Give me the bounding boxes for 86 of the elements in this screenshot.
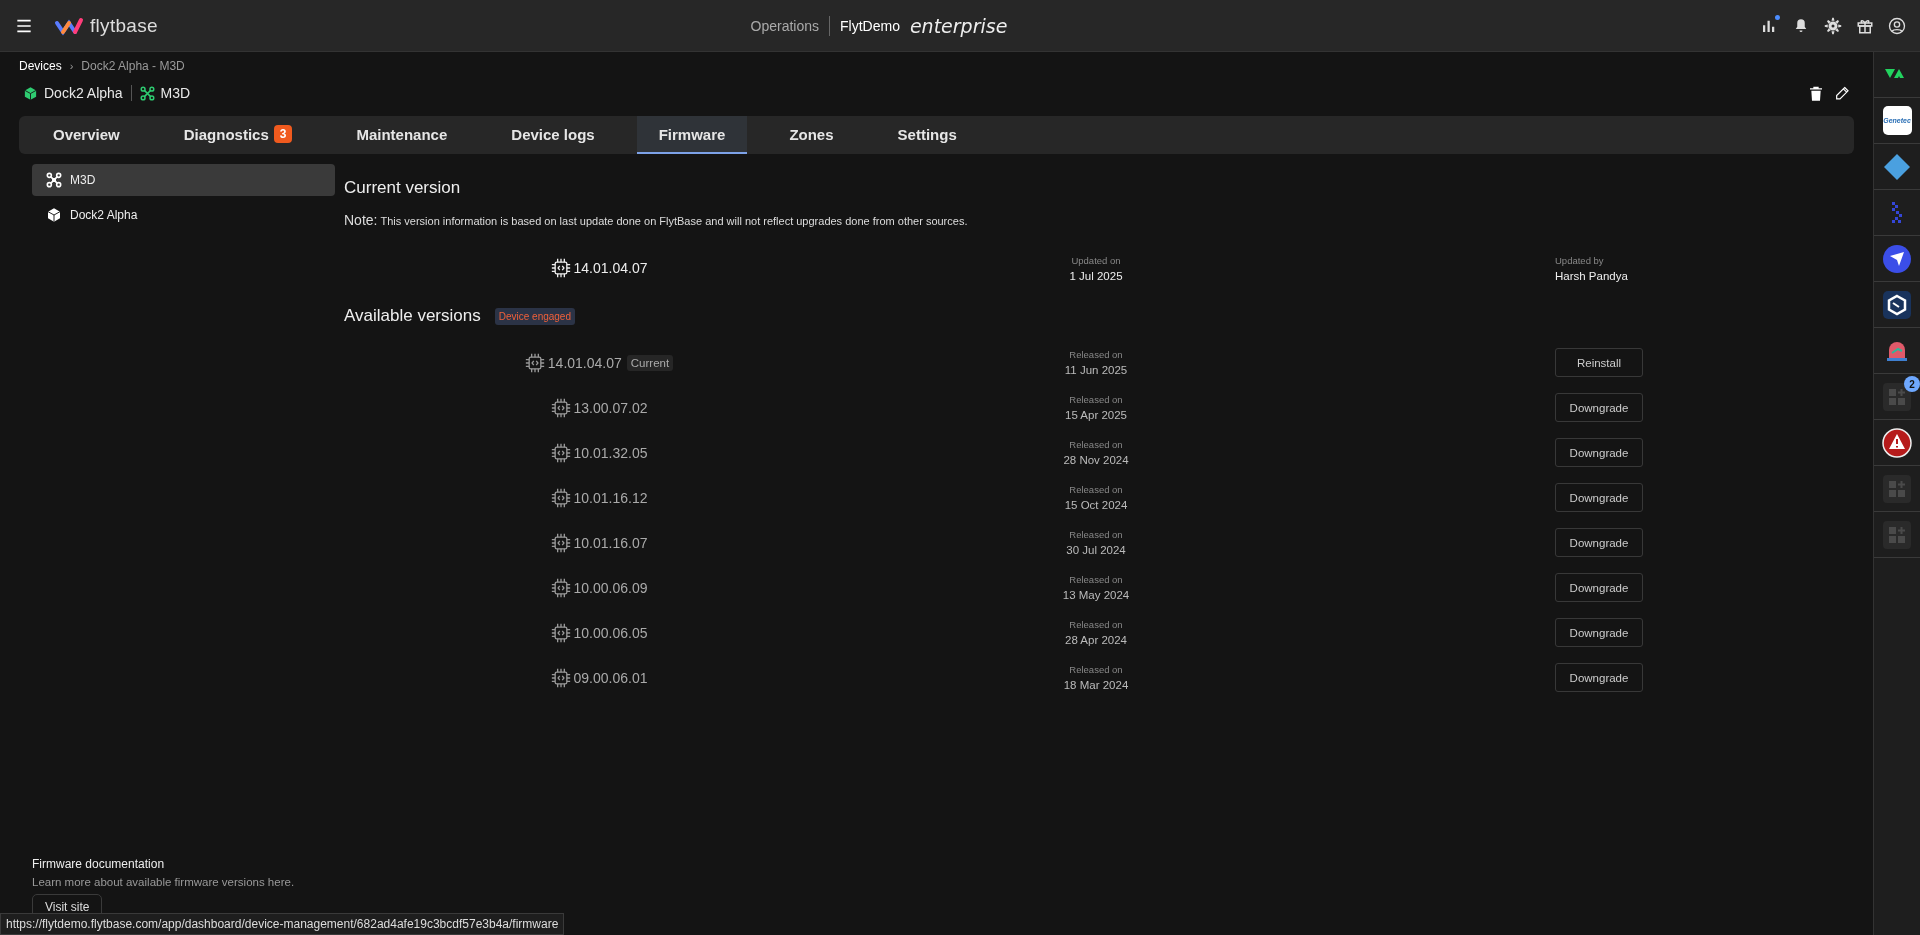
device-list-item[interactable]: M3D — [32, 164, 335, 196]
organization-name: FlytDemo — [840, 17, 900, 34]
tab[interactable]: Maintenance — [334, 116, 470, 154]
description-text: Learn more about available firmware versions here. — [32, 876, 295, 888]
date-value: 28 Nov 2024 — [1063, 454, 1129, 466]
version-action-button[interactable]: Downgrade — [1555, 528, 1643, 557]
version-action-button[interactable]: Downgrade — [1555, 618, 1643, 647]
version-action-button[interactable]: Downgrade — [1555, 483, 1643, 512]
date-label: Released on — [1069, 619, 1123, 630]
brand-name: flytbase — [90, 14, 158, 37]
version-action-button[interactable]: Downgrade — [1555, 573, 1643, 602]
date-value: 15 Apr 2025 — [1065, 409, 1127, 421]
version-action-button[interactable]: Downgrade — [1555, 438, 1643, 467]
nav-link[interactable]: Operations — [750, 17, 819, 34]
date-label: Released on — [1069, 349, 1123, 360]
user-icon[interactable] — [1888, 16, 1906, 35]
date-value: 1 Jul 2025 — [1069, 269, 1123, 282]
chip-icon — [550, 577, 571, 598]
chip-icon — [550, 487, 571, 508]
date-value: 30 Jul 2024 — [1066, 544, 1126, 556]
version-number: 13.00.07.02 — [573, 399, 648, 416]
chip-icon — [550, 622, 571, 643]
date-value: 15 Oct 2024 — [1064, 499, 1128, 511]
settings-icon[interactable] — [1824, 16, 1842, 35]
edition-label: enterprise — [909, 14, 1008, 37]
version-action-button[interactable]: Downgrade — [1555, 663, 1643, 692]
edit-icon[interactable] — [1834, 85, 1850, 102]
chip-icon — [550, 532, 571, 553]
date-label: Released on — [1069, 529, 1123, 540]
count-badge: 2 — [1904, 376, 1920, 392]
version-number: 10.00.06.09 — [573, 579, 648, 596]
version-number: 09.00.06.01 — [573, 669, 648, 686]
date-label: Released on — [1069, 484, 1123, 495]
delete-icon[interactable] — [1808, 85, 1824, 102]
user-name: Harsh Pandya — [1555, 269, 1628, 282]
date-value: 11 Jun 2025 — [1064, 364, 1128, 376]
status-badge: Device engaged — [494, 307, 575, 325]
version-number: 10.00.06.05 — [573, 624, 648, 641]
chevron-icon: › — [69, 60, 74, 72]
diamond-icon[interactable] — [1882, 151, 1912, 182]
date-value: 13 May 2024 — [1062, 589, 1130, 601]
warning-icon[interactable] — [1882, 427, 1912, 458]
date-label: Released on — [1069, 574, 1123, 585]
url-tooltip: https://flytdemo.flytbase.com/app/dashboard/device-management/682ad4afe19c3bcdf57e3b4a/firmware — [0, 913, 565, 935]
breadcrumb-link[interactable]: Devices — [19, 59, 62, 73]
date-label: Released on — [1069, 664, 1123, 675]
device-name[interactable]: M3D — [160, 85, 191, 101]
cube-icon — [46, 207, 62, 223]
updated-by-label: Updated by — [1555, 254, 1604, 266]
device-name[interactable]: Dock2 Alpha — [44, 85, 123, 101]
date-label: Released on — [1069, 439, 1123, 450]
tab[interactable]: Overview — [31, 116, 142, 154]
note-label: Note: — [344, 212, 378, 228]
version-number: 10.01.32.05 — [573, 444, 648, 461]
tab[interactable]: Zones — [767, 116, 856, 154]
date-value: 18 Mar 2024 — [1063, 679, 1129, 691]
section-title: Current version — [344, 178, 462, 198]
note-text: This version information is based on last update done on FlytBase and will not reflect upgrades done from other sources. — [380, 215, 968, 227]
chip-icon — [524, 352, 545, 373]
version-action-button[interactable]: Reinstall — [1555, 348, 1643, 377]
section-title: Firmware documentation — [32, 857, 165, 871]
tab[interactable]: Diagnostics 3 — [161, 116, 315, 154]
device-list-item[interactable]: Dock2 Alpha — [32, 199, 335, 231]
tab[interactable]: Device logs — [489, 116, 617, 154]
notification-dot — [1775, 14, 1780, 20]
drone-icon — [139, 85, 155, 101]
current-tag: Current — [626, 354, 674, 371]
date-value: 28 Apr 2024 — [1065, 634, 1127, 646]
date-label: Updated on — [1071, 254, 1121, 266]
chip-icon — [550, 667, 571, 688]
chip-icon — [550, 258, 571, 278]
section-title: Available versions — [344, 306, 481, 326]
date-label: Released on — [1069, 394, 1123, 405]
version-number: 10.01.16.12 — [573, 489, 648, 506]
drone-icon — [46, 172, 62, 188]
tab[interactable]: Firmware — [636, 116, 748, 154]
version-number: 14.01.04.07 — [573, 260, 648, 276]
chip-icon — [550, 442, 571, 463]
cube-icon — [23, 85, 38, 101]
version-number: 10.01.16.07 — [573, 534, 648, 551]
version-action-button[interactable]: Downgrade — [1555, 393, 1643, 422]
chip-icon — [550, 397, 571, 418]
menu-icon[interactable] — [14, 17, 34, 34]
version-number: 14.01.04.07 — [547, 354, 622, 371]
count-badge: 3 — [273, 125, 293, 143]
tab[interactable]: Settings — [875, 116, 979, 154]
